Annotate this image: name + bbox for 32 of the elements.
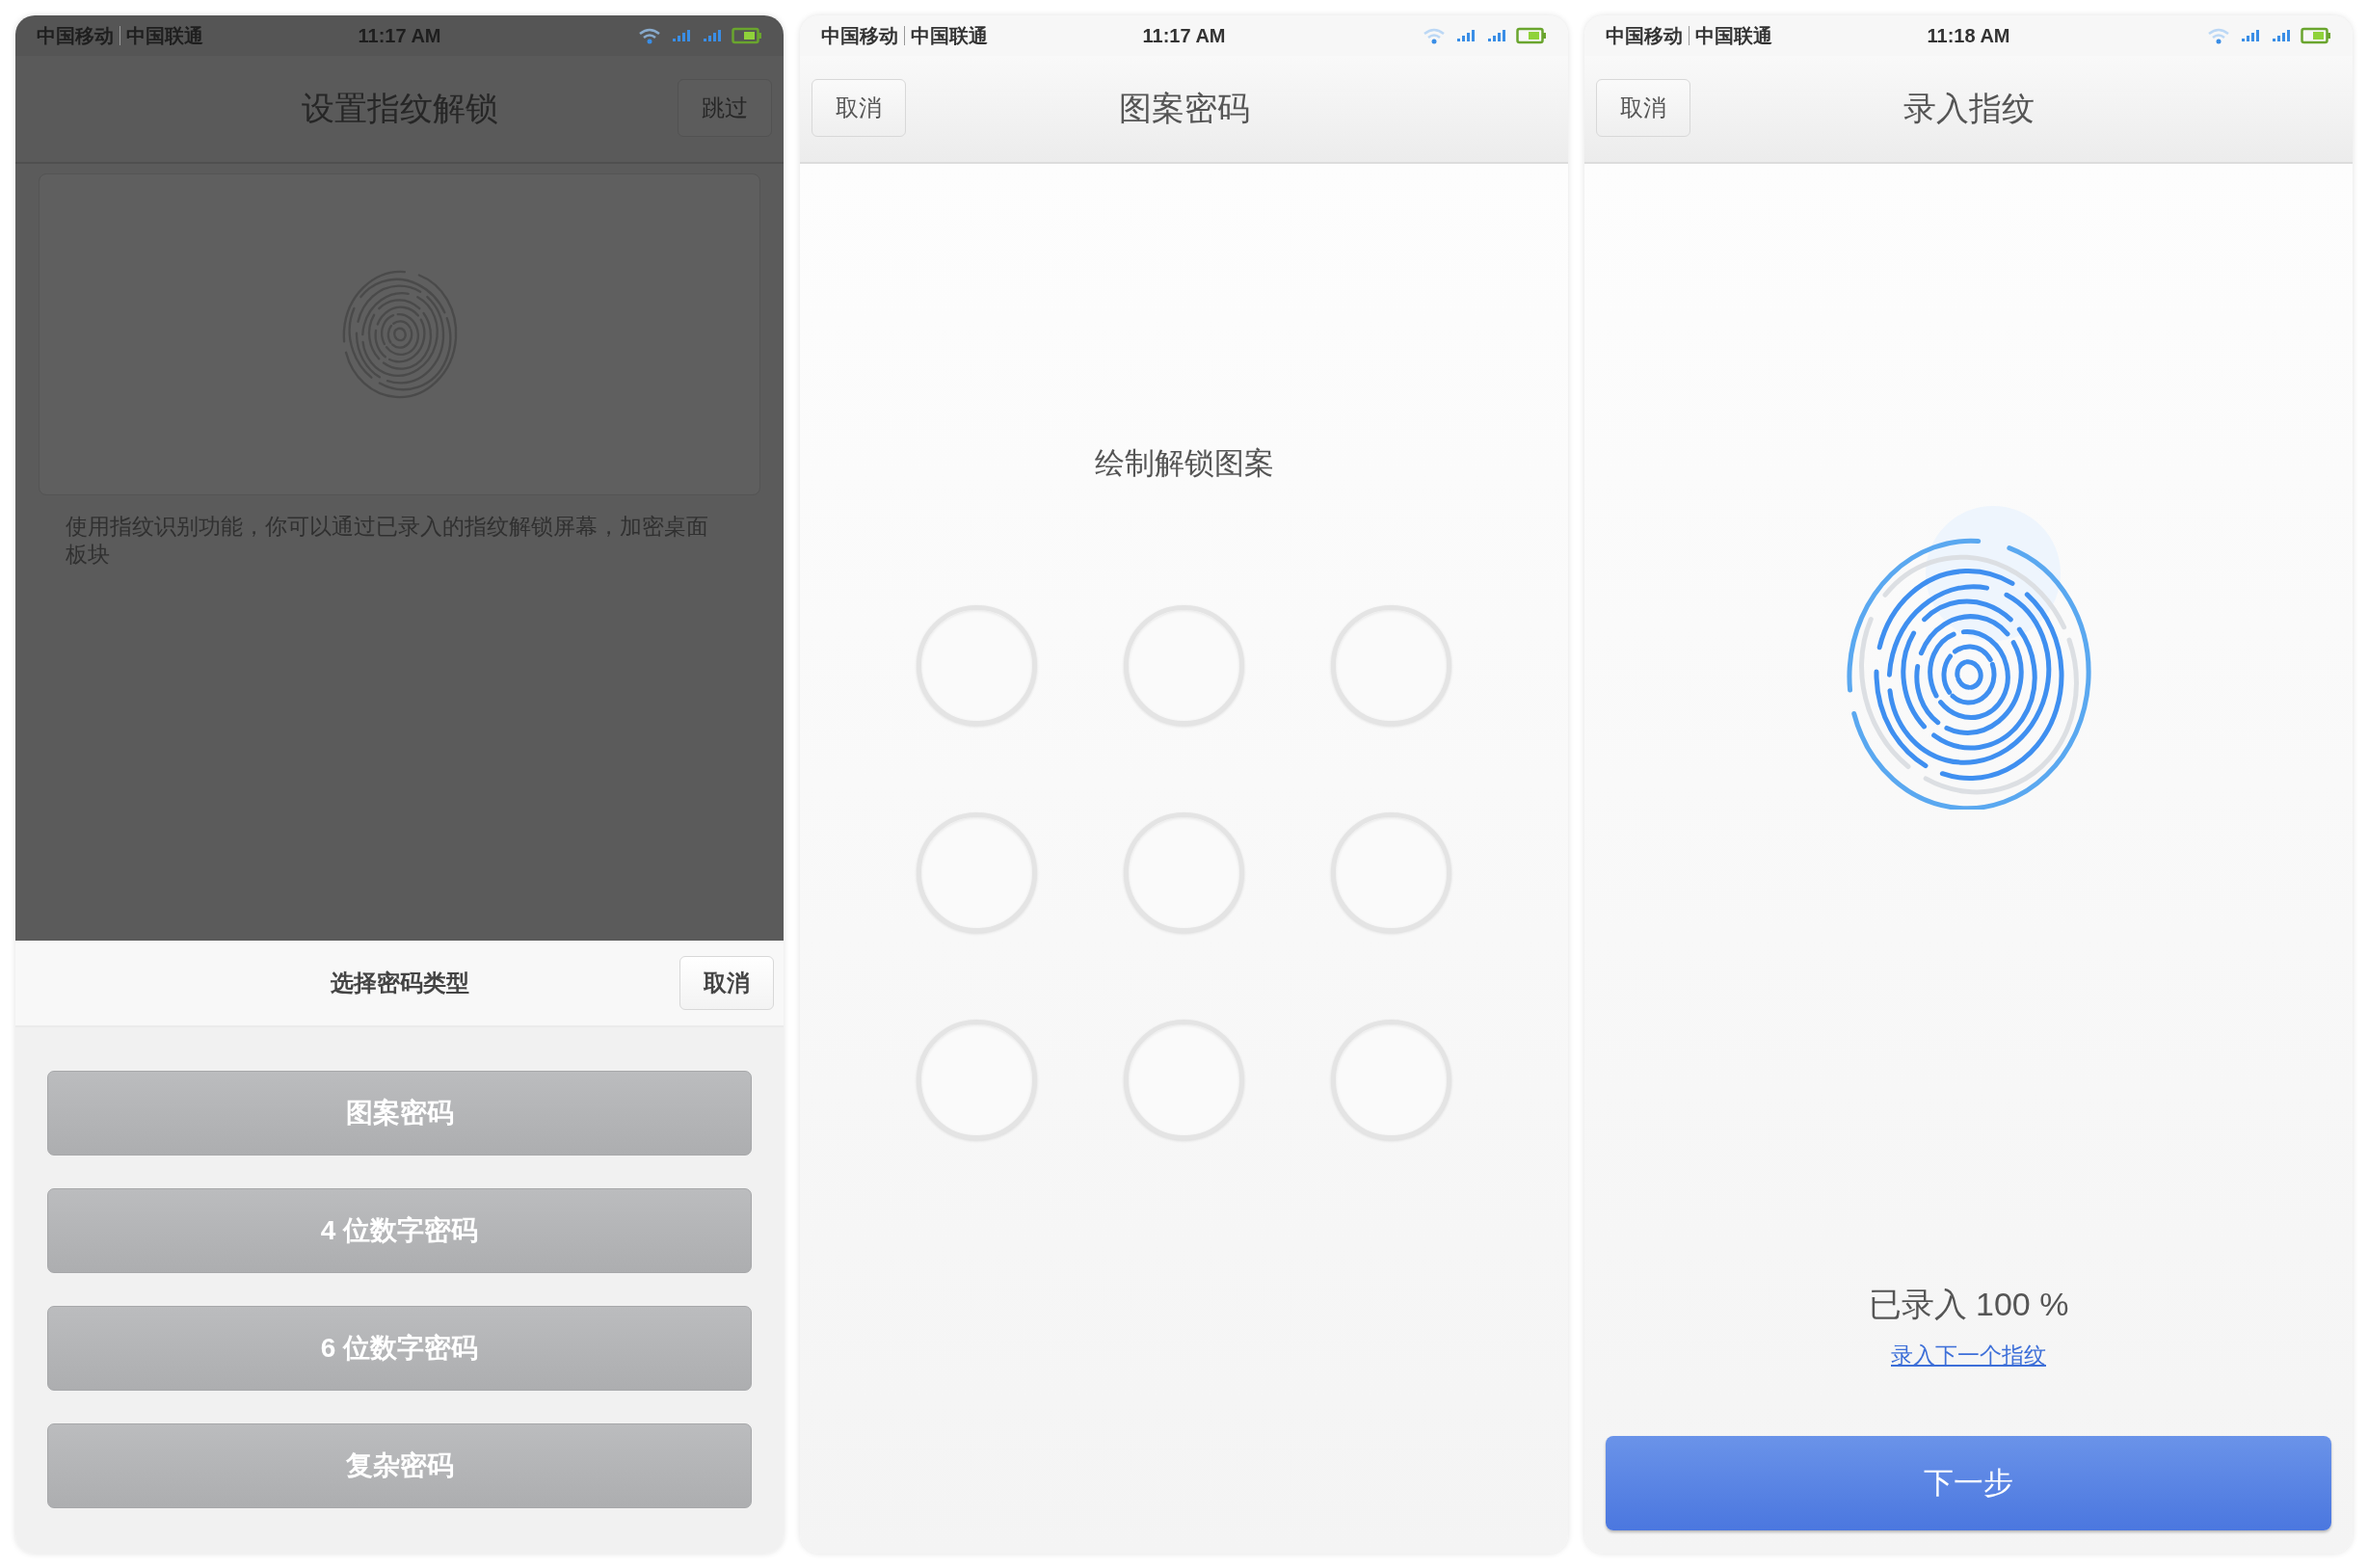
- option-button[interactable]: 复杂密码: [47, 1423, 752, 1508]
- signal-icon: [1485, 28, 1508, 43]
- screen-title: 图案密码: [1118, 89, 1250, 128]
- carrier-name: 中国移动: [821, 23, 898, 48]
- carrier-name: 中国移动: [1606, 23, 1683, 48]
- next-button[interactable]: 下一步: [1606, 1436, 2331, 1530]
- wifi-icon: [2206, 26, 2231, 45]
- battery-icon: [2301, 27, 2331, 44]
- signal-icon: [670, 28, 693, 43]
- sheet-title: 选择密码类型: [330, 969, 469, 997]
- battery-icon: [732, 27, 762, 44]
- pattern-prompt: 绘制解锁图案: [1094, 445, 1274, 482]
- carrier-name: 中国联通: [911, 23, 988, 48]
- wifi-icon: [1422, 26, 1447, 45]
- next-fingerprint-link[interactable]: 录入下一个指纹: [1891, 1341, 2046, 1370]
- option-button[interactable]: 6 位数字密码: [47, 1306, 752, 1391]
- option-button[interactable]: 图案密码: [47, 1071, 752, 1156]
- option-button[interactable]: 4 位数字密码: [47, 1188, 752, 1273]
- status-time: 11:17 AM: [1142, 24, 1226, 46]
- screen-title: 录入指纹: [1902, 89, 2035, 128]
- cancel-button[interactable]: 取消: [1596, 79, 1690, 137]
- wifi-icon: [637, 26, 662, 45]
- cancel-button[interactable]: 取消: [812, 79, 906, 137]
- signal-icon: [2270, 28, 2293, 43]
- progress-text: 已录入 100 %: [1868, 1285, 2069, 1324]
- cancel-button[interactable]: 取消: [679, 956, 774, 1010]
- battery-icon: [1516, 27, 1547, 44]
- signal-icon: [1454, 28, 1477, 43]
- carrier-name: 中国联通: [1695, 23, 1772, 48]
- signal-icon: [701, 28, 724, 43]
- signal-icon: [2239, 28, 2262, 43]
- status-time: 11:18 AM: [1927, 24, 2010, 46]
